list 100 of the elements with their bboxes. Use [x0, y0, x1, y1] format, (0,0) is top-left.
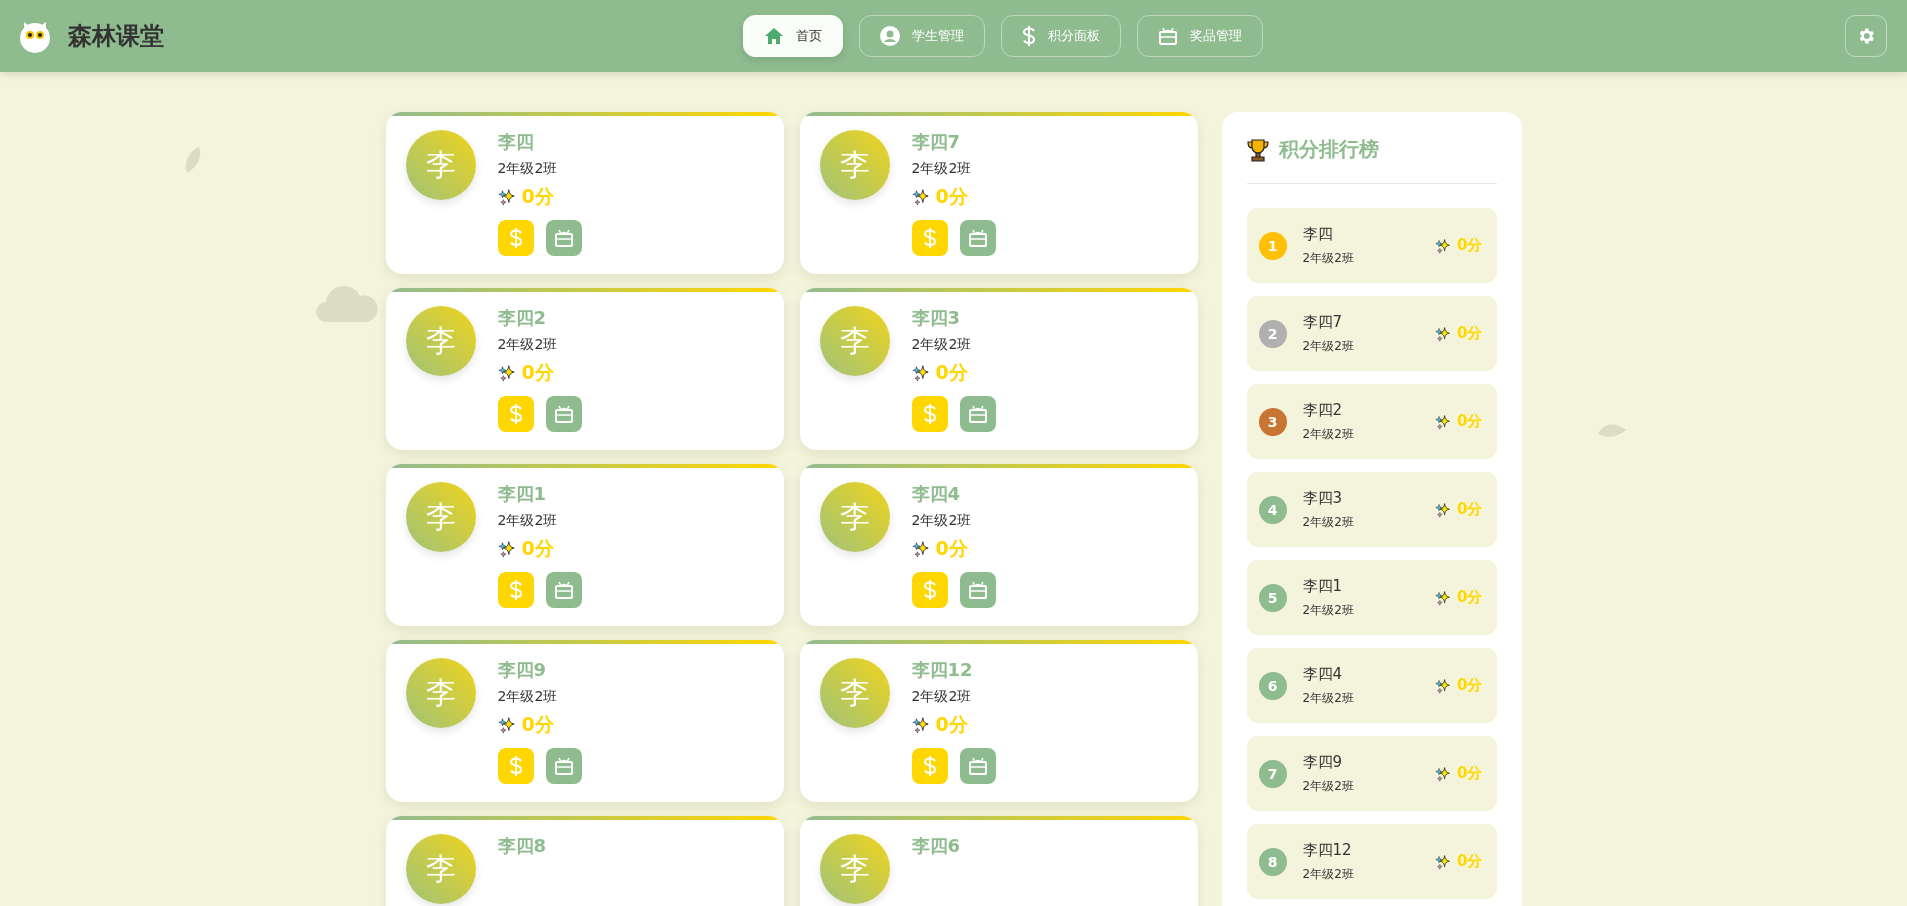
gift-icon [967, 228, 988, 248]
sparkle-icon [497, 364, 516, 382]
student-score: 0分 [521, 712, 554, 737]
student-class: 2年级2班 [911, 336, 973, 354]
student-name: 李四4 [911, 482, 962, 506]
student-class: 2年级2班 [497, 688, 559, 706]
student-name: 李四2 [497, 306, 548, 330]
dollar-icon [922, 403, 937, 425]
ranking-class: 2年级2班 [1302, 777, 1355, 795]
avatar: 李 [819, 658, 890, 728]
student-class: 2年级2班 [911, 160, 973, 178]
student-score: 0分 [935, 536, 968, 561]
nav-tab[interactable]: 首页 [742, 15, 843, 57]
ranking-name: 李四4 [1302, 664, 1344, 684]
student-class: 2年级2班 [911, 512, 973, 530]
avatar: 李 [819, 482, 890, 552]
sparkle-icon [1435, 589, 1452, 606]
gift-icon [553, 404, 574, 424]
points-button[interactable] [497, 748, 534, 784]
sparkle-icon [911, 540, 930, 558]
rank-badge: 4 [1258, 495, 1287, 524]
student-name: 李四 [497, 130, 535, 154]
prize-button[interactable] [959, 748, 996, 784]
ranking-class: 2年级2班 [1302, 865, 1355, 883]
rank-badge: 5 [1258, 583, 1287, 612]
rank-badge: 8 [1258, 847, 1287, 876]
trophy-icon [1246, 137, 1269, 162]
ranking-score: 0分 [1457, 588, 1483, 607]
settings-button[interactable] [1845, 15, 1887, 57]
student-name: 李四8 [497, 834, 547, 858]
prize-button[interactable] [959, 572, 996, 608]
avatar: 李 [405, 834, 476, 904]
dollar-icon [508, 755, 523, 777]
dollar-icon [922, 755, 937, 777]
points-button[interactable] [911, 396, 948, 432]
sparkle-icon [1435, 237, 1452, 254]
sparkle-icon [1435, 765, 1452, 782]
points-button[interactable] [497, 572, 534, 608]
dollar-icon [508, 579, 523, 601]
student-name: 李四3 [911, 306, 962, 330]
ranking-score: 0分 [1457, 500, 1483, 519]
student-class: 2年级2班 [497, 336, 559, 354]
gift-icon [553, 228, 574, 248]
avatar: 李 [405, 482, 476, 552]
student-name: 李四12 [911, 658, 974, 682]
gift-icon [967, 404, 988, 424]
sparkle-icon [1435, 501, 1452, 518]
student-score: 0分 [521, 536, 554, 561]
ranking-class: 2年级2班 [1302, 601, 1355, 619]
gift-icon [967, 756, 988, 776]
gift-icon [967, 580, 988, 600]
sparkle-icon [497, 716, 516, 734]
gift-icon [553, 756, 574, 776]
student-name: 李四1 [497, 482, 548, 506]
sparkle-icon [1435, 325, 1452, 342]
prize-button[interactable] [545, 748, 582, 784]
ranking-score: 0分 [1457, 852, 1483, 871]
ranking-score: 0分 [1457, 764, 1483, 783]
student-name: 李四7 [911, 130, 962, 154]
points-button[interactable] [911, 572, 948, 608]
avatar: 李 [819, 130, 890, 200]
ranking-score: 0分 [1457, 412, 1483, 431]
points-button[interactable] [497, 396, 534, 432]
dollar-icon [1021, 25, 1036, 47]
ranking-name: 李四9 [1302, 752, 1344, 772]
avatar: 李 [405, 130, 476, 200]
ranking-class: 2年级2班 [1302, 249, 1355, 267]
ranking-name: 李四12 [1302, 840, 1353, 860]
points-button[interactable] [911, 220, 948, 256]
ranking-class: 2年级2班 [1302, 689, 1355, 707]
student-name: 李四6 [911, 834, 961, 858]
student-class: 2年级2班 [911, 688, 973, 706]
sparkle-icon [911, 716, 930, 734]
student-score: 0分 [935, 712, 968, 737]
points-button[interactable] [497, 220, 534, 256]
avatar: 李 [405, 306, 476, 376]
ranking-class: 2年级2班 [1302, 425, 1355, 443]
prize-button[interactable] [959, 220, 996, 256]
prize-button[interactable] [959, 396, 996, 432]
avatar: 李 [819, 306, 890, 376]
ranking-score: 0分 [1457, 324, 1483, 343]
ranking-name: 李四2 [1302, 400, 1344, 420]
ranking-class: 2年级2班 [1302, 337, 1355, 355]
prize-button[interactable] [545, 220, 582, 256]
sparkle-icon [1435, 677, 1452, 694]
points-button[interactable] [911, 748, 948, 784]
nav-tab[interactable]: 学生管理 [858, 15, 985, 57]
user-icon [879, 26, 900, 46]
dollar-icon [508, 227, 523, 249]
ranking-name: 李四 [1302, 224, 1334, 244]
prize-button[interactable] [545, 572, 582, 608]
ranking-score: 0分 [1457, 676, 1483, 695]
rank-badge: 2 [1258, 319, 1287, 348]
home-icon [763, 27, 784, 45]
prize-button[interactable] [545, 396, 582, 432]
nav-tab[interactable]: 积分面板 [1000, 15, 1121, 57]
student-score: 0分 [521, 360, 554, 385]
rank-badge: 7 [1258, 759, 1287, 788]
ranking-name: 李四3 [1302, 488, 1344, 508]
nav-tab[interactable]: 奖品管理 [1136, 15, 1263, 57]
